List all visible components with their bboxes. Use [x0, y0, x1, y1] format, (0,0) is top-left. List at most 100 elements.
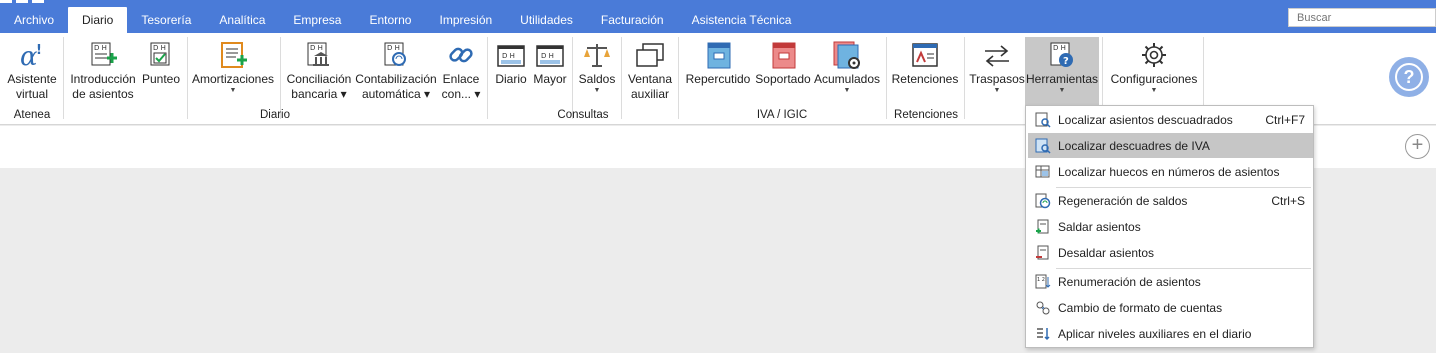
svg-text:D H: D H [502, 52, 515, 60]
chevron-down-icon: ▼ [1150, 87, 1158, 94]
traspasos-button[interactable]: Traspasos ▼ [969, 37, 1025, 105]
soportado-label: Soportado [755, 72, 811, 86]
separator [487, 37, 488, 119]
diario-label: Diario [495, 72, 527, 86]
traspasos-label: Traspasos [969, 72, 1025, 86]
conciliacion-bancaria-button[interactable]: D H Conciliación bancaria ▾ [285, 37, 353, 105]
enlace-label: Enlace con... ▾ [441, 72, 481, 101]
ventana-label: Ventana auxiliar [627, 72, 673, 101]
menu-item-localizar-huecos[interactable]: Localizar huecos en números de asientos [1028, 159, 1313, 184]
svg-text:D H: D H [387, 44, 400, 52]
svg-text:D H: D H [310, 44, 323, 52]
books-gear-icon [832, 39, 862, 71]
ribbon-tabs: Archivo Diario Tesorería Analítica Empre… [0, 7, 805, 33]
scale-icon [582, 39, 612, 71]
auto-journal-icon: D H [381, 39, 411, 71]
mayor-button[interactable]: D H Mayor [531, 37, 569, 105]
retenciones-label: Retenciones [891, 72, 959, 86]
check-journal-icon: D H [146, 39, 176, 71]
svg-text:?: ? [1063, 56, 1069, 67]
separator [964, 37, 965, 119]
account-format-icon [1028, 300, 1058, 316]
punteo-button[interactable]: D H Punteo [141, 37, 181, 105]
introduccion-asientos-button[interactable]: D H Introducción de asientos [67, 37, 139, 105]
link-icon [446, 39, 476, 71]
group-label-diario: Diario [259, 109, 291, 121]
settle-entries-icon [1028, 219, 1058, 235]
mayor-label: Mayor [533, 72, 567, 86]
tab-diario[interactable]: Diario [68, 7, 128, 33]
repercutido-button[interactable]: Repercutido [684, 37, 752, 105]
separator [187, 37, 188, 119]
menu-item-desaldar-asientos[interactable]: Desaldar asientos [1028, 240, 1313, 265]
unsettle-entries-icon [1028, 245, 1058, 261]
svg-text:D H: D H [94, 44, 107, 52]
ventana-auxiliar-button[interactable]: Ventana auxiliar [626, 37, 674, 105]
tab-archivo[interactable]: Archivo [0, 7, 68, 33]
help-button[interactable]: ? [1389, 57, 1429, 97]
configuraciones-button[interactable]: Configuraciones ▼ [1108, 37, 1200, 105]
gear-icon [1139, 39, 1169, 71]
tab-tesoreria[interactable]: Tesorería [127, 7, 205, 33]
svg-text:D H: D H [153, 44, 166, 52]
menu-item-regeneracion-saldos[interactable]: Regeneración de saldos Ctrl+S [1028, 188, 1313, 213]
menu-item-localizar-descuadres-iva[interactable]: Localizar descuadres de IVA [1028, 133, 1313, 158]
repercutido-label: Repercutido [685, 72, 751, 86]
tab-utilidades[interactable]: Utilidades [506, 7, 587, 33]
menu-item-localizar-asientos-descuadrados[interactable]: Localizar asientos descuadrados Ctrl+F7 [1028, 107, 1313, 132]
separator [621, 37, 622, 119]
svg-text:D H: D H [541, 52, 554, 60]
saldos-button[interactable]: Saldos ▼ [576, 37, 618, 105]
alpha-icon: α! [17, 39, 47, 71]
tab-empresa[interactable]: Empresa [279, 7, 355, 33]
contabilizacion-label: Contabilización automática ▾ [355, 72, 437, 101]
svg-text:D H: D H [1053, 44, 1066, 52]
regenerate-balances-icon [1028, 193, 1058, 209]
menu-item-aplicar-niveles[interactable]: Aplicar niveles auxiliares en el diario [1028, 321, 1313, 346]
retenciones-button[interactable]: Retenciones [891, 37, 959, 105]
find-vat-icon [1028, 138, 1058, 154]
title-bar: Archivo Diario Tesorería Analítica Empre… [0, 0, 1436, 33]
menu-item-saldar-asientos[interactable]: Saldar asientos [1028, 214, 1313, 239]
amortizaciones-button[interactable]: Amortizaciones ▼ [191, 37, 275, 105]
soportado-button[interactable]: Soportado [753, 37, 813, 105]
acumulados-label: Acumulados [813, 72, 881, 86]
tab-impresion[interactable]: Impresión [425, 7, 506, 33]
acumulados-button[interactable]: Acumulados ▼ [814, 37, 880, 105]
punteo-label: Punteo [141, 72, 181, 86]
contabilizacion-automatica-button[interactable]: D H Contabilización automática ▾ [354, 37, 438, 105]
group-label-consultas: Consultas [557, 109, 609, 121]
tab-asistencia-tecnica[interactable]: Asistencia Técnica [678, 7, 806, 33]
configuraciones-label: Configuraciones [1110, 72, 1198, 86]
menu-item-cambio-formato[interactable]: Cambio de formato de cuentas [1028, 295, 1313, 320]
separator [678, 37, 679, 119]
search-input[interactable] [1288, 8, 1436, 27]
tab-facturacion[interactable]: Facturación [587, 7, 678, 33]
window-stack-icon [635, 39, 665, 71]
enlace-button[interactable]: Enlace con... ▾ [440, 37, 482, 105]
herramientas-menu: Localizar asientos descuadrados Ctrl+F7 … [1025, 105, 1314, 348]
chevron-down-icon: ▼ [229, 87, 237, 94]
group-label-retenciones: Retenciones [894, 109, 958, 121]
herramientas-button[interactable]: D H? Herramientas ▼ [1025, 37, 1099, 105]
group-label-iva: IVA / IGIC [756, 109, 808, 121]
find-gaps-icon [1028, 164, 1058, 180]
renumber-icon: 1 2 [1028, 274, 1058, 290]
tab-entorno[interactable]: Entorno [355, 7, 425, 33]
chevron-down-icon: ▼ [1058, 87, 1066, 94]
saldos-label: Saldos [578, 72, 616, 86]
find-unbalanced-icon [1028, 112, 1058, 128]
group-label-atenea: Atenea [13, 109, 51, 121]
menu-item-renumeracion[interactable]: 1 2 Renumeración de asientos [1028, 269, 1313, 294]
asistente-virtual-button[interactable]: α! Asistente virtual [4, 37, 60, 105]
question-icon: ? [1395, 63, 1423, 91]
separator [280, 37, 281, 119]
add-tab-icon[interactable]: + [1405, 134, 1430, 159]
tab-analitica[interactable]: Analítica [205, 7, 279, 33]
diario-button[interactable]: D H Diario [492, 37, 530, 105]
separator [886, 37, 887, 119]
tools-help-icon: D H? [1047, 39, 1077, 71]
swap-arrows-icon [982, 39, 1012, 71]
amortization-icon [218, 39, 248, 71]
retention-form-icon [910, 39, 940, 71]
